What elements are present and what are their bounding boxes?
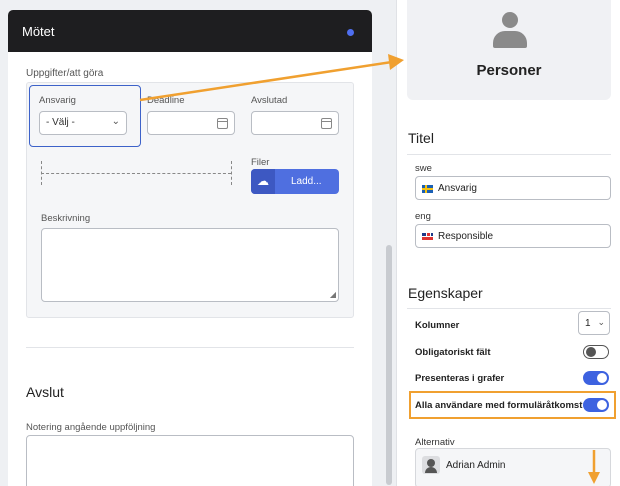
drop-zone-right-edge <box>231 161 232 185</box>
notering-label: Notering angående uppföljning <box>26 422 156 433</box>
calendar-icon <box>217 118 228 129</box>
field-type-title: Personer <box>476 62 542 79</box>
presenteras-label: Presenteras i grafer <box>415 373 505 384</box>
uk-flag-icon <box>422 233 433 241</box>
person-icon-head <box>502 12 518 28</box>
properties-panel: Personer Titel swe Ansvarig eng Responsi… <box>396 0 620 486</box>
titel-divider <box>407 154 611 155</box>
titel-heading: Titel <box>408 130 434 146</box>
task-group: Ansvarig - Välj - ⌄ Deadline Avslutad Fi… <box>26 82 354 318</box>
person-icon-body <box>493 31 527 48</box>
upload-button[interactable]: ☁ Ladd... <box>251 169 339 194</box>
beskrivning-textarea[interactable]: ◢ <box>41 228 339 302</box>
eng-title-input[interactable]: Responsible <box>415 224 611 248</box>
section-body: Uppgifter/att göra Ansvarig - Välj - ⌄ D… <box>8 52 372 486</box>
obligatoriskt-label: Obligatoriskt fält <box>415 347 491 358</box>
kolumner-value: 1 <box>585 318 591 329</box>
scrollbar[interactable] <box>386 245 392 485</box>
deadline-label: Deadline <box>147 95 185 106</box>
upload-icon-box: ☁ <box>251 169 275 194</box>
avatar <box>422 456 440 474</box>
alla-anvandare-toggle[interactable] <box>583 398 609 412</box>
task-section-label: Uppgifter/att göra <box>26 68 104 79</box>
ansvarig-select[interactable]: - Välj - ⌄ <box>39 111 127 135</box>
chevron-down-icon: ⌄ <box>111 116 120 127</box>
form-editor-panel: Mötet Uppgifter/att göra Ansvarig - Välj… <box>0 0 385 486</box>
kolumner-label: Kolumner <box>415 320 460 331</box>
ansvarig-label: Ansvarig <box>39 95 76 106</box>
avslutad-label: Avslutad <box>251 95 288 106</box>
avslut-heading: Avslut <box>26 384 64 400</box>
filer-label: Filer <box>251 157 270 168</box>
eng-title-value: Responsible <box>438 231 494 242</box>
egenskaper-divider <box>407 308 611 309</box>
section-header[interactable]: Mötet <box>8 10 372 52</box>
notering-textarea[interactable] <box>26 435 354 486</box>
egenskaper-heading: Egenskaper <box>408 285 483 301</box>
chevron-down-icon: ⌄ <box>597 317 605 327</box>
list-item[interactable]: Adrian Admin <box>446 460 505 471</box>
toggle-knob <box>586 347 596 357</box>
avslutad-date-input[interactable] <box>251 111 339 135</box>
beskrivning-label: Beskrivning <box>41 213 91 224</box>
resize-grip-icon[interactable]: ◢ <box>330 290 336 299</box>
swe-title-value: Ansvarig <box>438 183 477 194</box>
alla-anvandare-label: Alla användare med formuläråtkomst <box>415 400 583 411</box>
upload-button-label: Ladd... <box>291 176 322 187</box>
obligatoriskt-toggle[interactable] <box>583 345 609 359</box>
section-title: Mötet <box>22 24 55 39</box>
swe-title-input[interactable]: Ansvarig <box>415 176 611 200</box>
ansvarig-selected-value: - Välj - <box>46 117 75 128</box>
avatar-body <box>425 467 437 473</box>
alternativ-list: Adrian Admin <box>415 448 611 486</box>
deadline-date-input[interactable] <box>147 111 235 135</box>
cloud-upload-icon: ☁ <box>257 174 269 188</box>
avatar-head <box>427 459 435 467</box>
kolumner-select[interactable]: 1 ⌄ <box>578 311 610 335</box>
toggle-knob <box>597 373 607 383</box>
presenteras-toggle[interactable] <box>583 371 609 385</box>
field-type-card: Personer <box>407 0 611 100</box>
status-dot-icon <box>347 29 354 36</box>
section-divider <box>26 347 354 348</box>
alternativ-label: Alternativ <box>415 437 455 448</box>
sweden-flag-icon <box>422 185 433 193</box>
eng-label: eng <box>415 211 431 222</box>
person-icon <box>493 12 527 52</box>
swe-label: swe <box>415 163 432 174</box>
toggle-knob <box>597 400 607 410</box>
calendar-icon <box>321 118 332 129</box>
drop-zone-line <box>41 173 231 174</box>
